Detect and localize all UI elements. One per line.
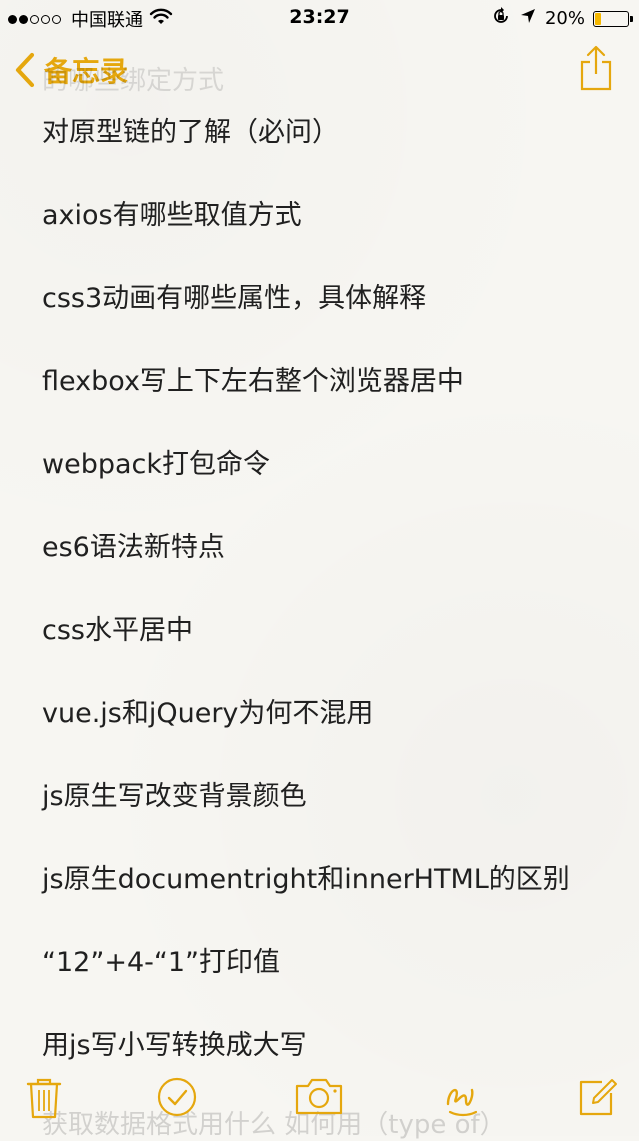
note-line[interactable]: css3动画有哪些属性，具体解释 — [42, 276, 619, 359]
note-line[interactable]: webpack打包命令 — [42, 442, 619, 525]
note-line[interactable]: flexbox写上下左右整个浏览器居中 — [42, 359, 619, 442]
share-button[interactable] — [579, 44, 613, 96]
checklist-button[interactable] — [156, 1076, 198, 1118]
battery-icon — [593, 10, 633, 27]
sketch-icon — [446, 1088, 478, 1117]
share-icon — [580, 45, 612, 91]
rotation-lock-icon — [491, 6, 511, 31]
note-line[interactable]: js原生写改变背景颜色 — [42, 774, 619, 857]
checkmark-icon — [157, 1077, 197, 1117]
chevron-left-icon — [15, 52, 35, 88]
location-icon — [519, 7, 537, 30]
camera-icon — [295, 1078, 343, 1115]
delete-button[interactable] — [26, 1076, 62, 1120]
note-body[interactable]: 对原型链的了解（必问） axios有哪些取值方式 css3动画有哪些属性，具体解… — [42, 110, 619, 1106]
compose-icon — [579, 1079, 617, 1116]
note-line[interactable]: “12”+4-“1”打印值 — [42, 940, 619, 1023]
note-line[interactable]: es6语法新特点 — [42, 525, 619, 608]
note-line[interactable]: vue.js和jQuery为何不混用 — [42, 691, 619, 774]
note-line[interactable]: js原生documentright和innerHTML的区别 — [42, 857, 619, 940]
battery-level — [595, 12, 601, 25]
trash-icon — [26, 1078, 62, 1119]
note-line[interactable]: 对原型链的了解（必问） — [42, 110, 619, 193]
status-bar: 中国联通 23:27 20% — [0, 0, 639, 36]
scrolled-title-ghost: 的哪些绑定方式 — [42, 66, 225, 96]
camera-button[interactable] — [294, 1076, 344, 1116]
note-line[interactable]: css水平居中 — [42, 608, 619, 691]
note-line[interactable]: axios有哪些取值方式 — [42, 193, 619, 276]
compose-button[interactable] — [578, 1076, 618, 1118]
sketch-button[interactable] — [442, 1076, 482, 1120]
battery-percent: 20% — [544, 8, 585, 29]
navigation-bar: 的哪些绑定方式 备忘录 — [0, 40, 639, 104]
bottom-toolbar — [0, 1072, 639, 1128]
status-right: 20% — [491, 6, 633, 31]
